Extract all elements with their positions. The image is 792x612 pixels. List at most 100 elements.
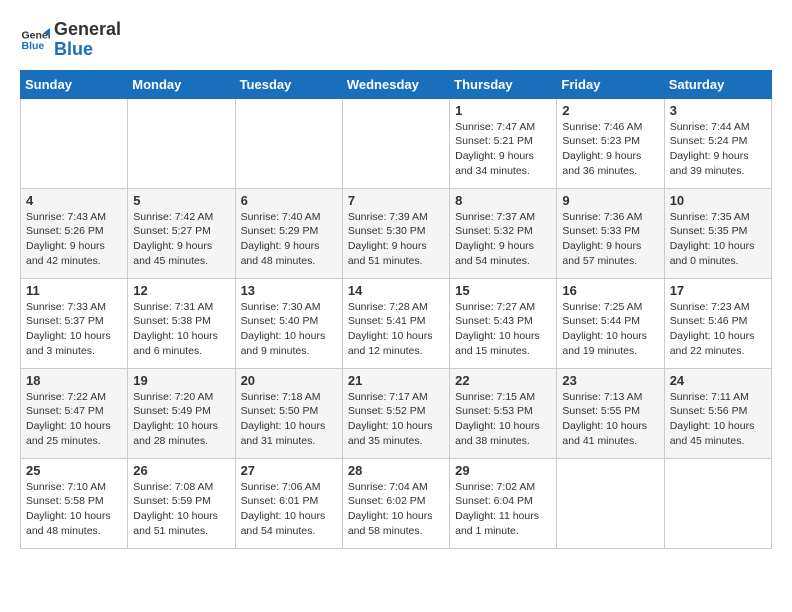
svg-text:Blue: Blue (22, 40, 45, 52)
day-info: Sunrise: 7:28 AM Sunset: 5:41 PM Dayligh… (348, 300, 444, 359)
weekday-header-monday: Monday (128, 70, 235, 98)
day-cell: 1Sunrise: 7:47 AM Sunset: 5:21 PM Daylig… (450, 98, 557, 188)
day-cell: 6 Sunrise: 7:40 AM Sunset: 5:29 PM Daylig… (235, 188, 342, 278)
day-number: 14 (348, 283, 444, 298)
day-cell: 13Sunrise: 7:30 AM Sunset: 5:40 PM Dayli… (235, 278, 342, 368)
day-cell (235, 98, 342, 188)
day-number: 12 (133, 283, 229, 298)
day-info: Sunrise: 7:33 AM Sunset: 5:37 PM Dayligh… (26, 300, 122, 359)
day-info: Sunrise: 7:20 AM Sunset: 5:49 PM Dayligh… (133, 390, 229, 449)
day-cell: 28 Sunrise: 7:04 AM Sunset: 6:02 PM Dayli… (342, 458, 449, 548)
day-number: 27 (241, 463, 337, 478)
day-info: Sunrise: 7:17 AM Sunset: 5:52 PM Dayligh… (348, 390, 444, 449)
logo-line1: General (54, 20, 121, 40)
day-number: 1 (455, 103, 551, 118)
day-number: 15 (455, 283, 551, 298)
day-info: Sunrise: 7:15 AM Sunset: 5:53 PM Dayligh… (455, 390, 551, 449)
weekday-header-sunday: Sunday (21, 70, 128, 98)
day-number: 10 (670, 193, 766, 208)
weekday-header-wednesday: Wednesday (342, 70, 449, 98)
day-number: 4 (26, 193, 122, 208)
day-info: Sunrise: 7:08 AM Sunset: 5:59 PM Dayligh… (133, 480, 229, 539)
weekday-header-row: SundayMondayTuesdayWednesdayThursdayFrid… (21, 70, 772, 98)
day-cell: 17 Sunrise: 7:23 AM Sunset: 5:46 PM Dayli… (664, 278, 771, 368)
day-cell: 27 Sunrise: 7:06 AM Sunset: 6:01 PM Dayli… (235, 458, 342, 548)
day-info: Sunrise: 7:11 AM Sunset: 5:56 PM Dayligh… (670, 390, 766, 449)
day-cell (128, 98, 235, 188)
day-cell: 2 Sunrise: 7:46 AM Sunset: 5:23 PM Daylig… (557, 98, 664, 188)
day-cell: 21 Sunrise: 7:17 AM Sunset: 5:52 PM Dayli… (342, 368, 449, 458)
day-number: 22 (455, 373, 551, 388)
day-info: Sunrise: 7:46 AM Sunset: 5:23 PM Dayligh… (562, 120, 658, 179)
day-cell: 9 Sunrise: 7:36 AM Sunset: 5:33 PM Daylig… (557, 188, 664, 278)
logo-line2: Blue (54, 40, 121, 60)
day-info: Sunrise: 7:40 AM Sunset: 5:29 PM Dayligh… (241, 210, 337, 269)
day-number: 20 (241, 373, 337, 388)
week-row-4: 18Sunrise: 7:22 AM Sunset: 5:47 PM Dayli… (21, 368, 772, 458)
day-number: 28 (348, 463, 444, 478)
day-info: Sunrise: 7:44 AM Sunset: 5:24 PM Dayligh… (670, 120, 766, 179)
day-number: 17 (670, 283, 766, 298)
day-cell: 19 Sunrise: 7:20 AM Sunset: 5:49 PM Dayli… (128, 368, 235, 458)
day-cell: 7 Sunrise: 7:39 AM Sunset: 5:30 PM Daylig… (342, 188, 449, 278)
day-info: Sunrise: 7:39 AM Sunset: 5:30 PM Dayligh… (348, 210, 444, 269)
header: General Blue General Blue (20, 20, 772, 60)
day-info: Sunrise: 7:30 AM Sunset: 5:40 PM Dayligh… (241, 300, 337, 359)
day-info: Sunrise: 7:36 AM Sunset: 5:33 PM Dayligh… (562, 210, 658, 269)
calendar-body: 1Sunrise: 7:47 AM Sunset: 5:21 PM Daylig… (21, 98, 772, 548)
weekday-header-saturday: Saturday (664, 70, 771, 98)
weekday-header-tuesday: Tuesday (235, 70, 342, 98)
day-cell: 25Sunrise: 7:10 AM Sunset: 5:58 PM Dayli… (21, 458, 128, 548)
day-cell: 4 Sunrise: 7:43 AM Sunset: 5:26 PM Daylig… (21, 188, 128, 278)
day-info: Sunrise: 7:27 AM Sunset: 5:43 PM Dayligh… (455, 300, 551, 359)
logo-icon: General Blue (20, 25, 50, 55)
day-info: Sunrise: 7:13 AM Sunset: 5:55 PM Dayligh… (562, 390, 658, 449)
day-cell: 23Sunrise: 7:13 AM Sunset: 5:55 PM Dayli… (557, 368, 664, 458)
day-info: Sunrise: 7:25 AM Sunset: 5:44 PM Dayligh… (562, 300, 658, 359)
week-row-1: 1Sunrise: 7:47 AM Sunset: 5:21 PM Daylig… (21, 98, 772, 188)
day-number: 24 (670, 373, 766, 388)
day-number: 3 (670, 103, 766, 118)
day-number: 6 (241, 193, 337, 208)
weekday-header-friday: Friday (557, 70, 664, 98)
day-info: Sunrise: 7:04 AM Sunset: 6:02 PM Dayligh… (348, 480, 444, 539)
day-info: Sunrise: 7:23 AM Sunset: 5:46 PM Dayligh… (670, 300, 766, 359)
day-cell: 20Sunrise: 7:18 AM Sunset: 5:50 PM Dayli… (235, 368, 342, 458)
day-number: 9 (562, 193, 658, 208)
day-cell: 14 Sunrise: 7:28 AM Sunset: 5:41 PM Dayli… (342, 278, 449, 368)
day-number: 26 (133, 463, 229, 478)
day-cell: 8 Sunrise: 7:37 AM Sunset: 5:32 PM Daylig… (450, 188, 557, 278)
day-number: 29 (455, 463, 551, 478)
day-number: 2 (562, 103, 658, 118)
day-info: Sunrise: 7:43 AM Sunset: 5:26 PM Dayligh… (26, 210, 122, 269)
day-cell (21, 98, 128, 188)
day-info: Sunrise: 7:31 AM Sunset: 5:38 PM Dayligh… (133, 300, 229, 359)
day-info: Sunrise: 7:22 AM Sunset: 5:47 PM Dayligh… (26, 390, 122, 449)
day-number: 7 (348, 193, 444, 208)
weekday-header-thursday: Thursday (450, 70, 557, 98)
day-info: Sunrise: 7:35 AM Sunset: 5:35 PM Dayligh… (670, 210, 766, 269)
week-row-3: 11 Sunrise: 7:33 AM Sunset: 5:37 PM Dayli… (21, 278, 772, 368)
logo: General Blue General Blue (20, 20, 121, 60)
day-cell: 24 Sunrise: 7:11 AM Sunset: 5:56 PM Dayli… (664, 368, 771, 458)
day-cell: 26 Sunrise: 7:08 AM Sunset: 5:59 PM Dayli… (128, 458, 235, 548)
day-info: Sunrise: 7:02 AM Sunset: 6:04 PM Dayligh… (455, 480, 551, 539)
day-number: 16 (562, 283, 658, 298)
day-cell: 22 Sunrise: 7:15 AM Sunset: 5:53 PM Dayli… (450, 368, 557, 458)
day-cell (557, 458, 664, 548)
day-number: 5 (133, 193, 229, 208)
day-info: Sunrise: 7:42 AM Sunset: 5:27 PM Dayligh… (133, 210, 229, 269)
day-number: 19 (133, 373, 229, 388)
day-number: 21 (348, 373, 444, 388)
day-number: 25 (26, 463, 122, 478)
day-info: Sunrise: 7:37 AM Sunset: 5:32 PM Dayligh… (455, 210, 551, 269)
day-cell (342, 98, 449, 188)
day-cell: 3 Sunrise: 7:44 AM Sunset: 5:24 PM Daylig… (664, 98, 771, 188)
day-number: 8 (455, 193, 551, 208)
day-info: Sunrise: 7:06 AM Sunset: 6:01 PM Dayligh… (241, 480, 337, 539)
day-cell: 11 Sunrise: 7:33 AM Sunset: 5:37 PM Dayli… (21, 278, 128, 368)
day-number: 11 (26, 283, 122, 298)
day-cell: 5 Sunrise: 7:42 AM Sunset: 5:27 PM Daylig… (128, 188, 235, 278)
week-row-5: 25Sunrise: 7:10 AM Sunset: 5:58 PM Dayli… (21, 458, 772, 548)
day-cell: 16 Sunrise: 7:25 AM Sunset: 5:44 PM Dayli… (557, 278, 664, 368)
